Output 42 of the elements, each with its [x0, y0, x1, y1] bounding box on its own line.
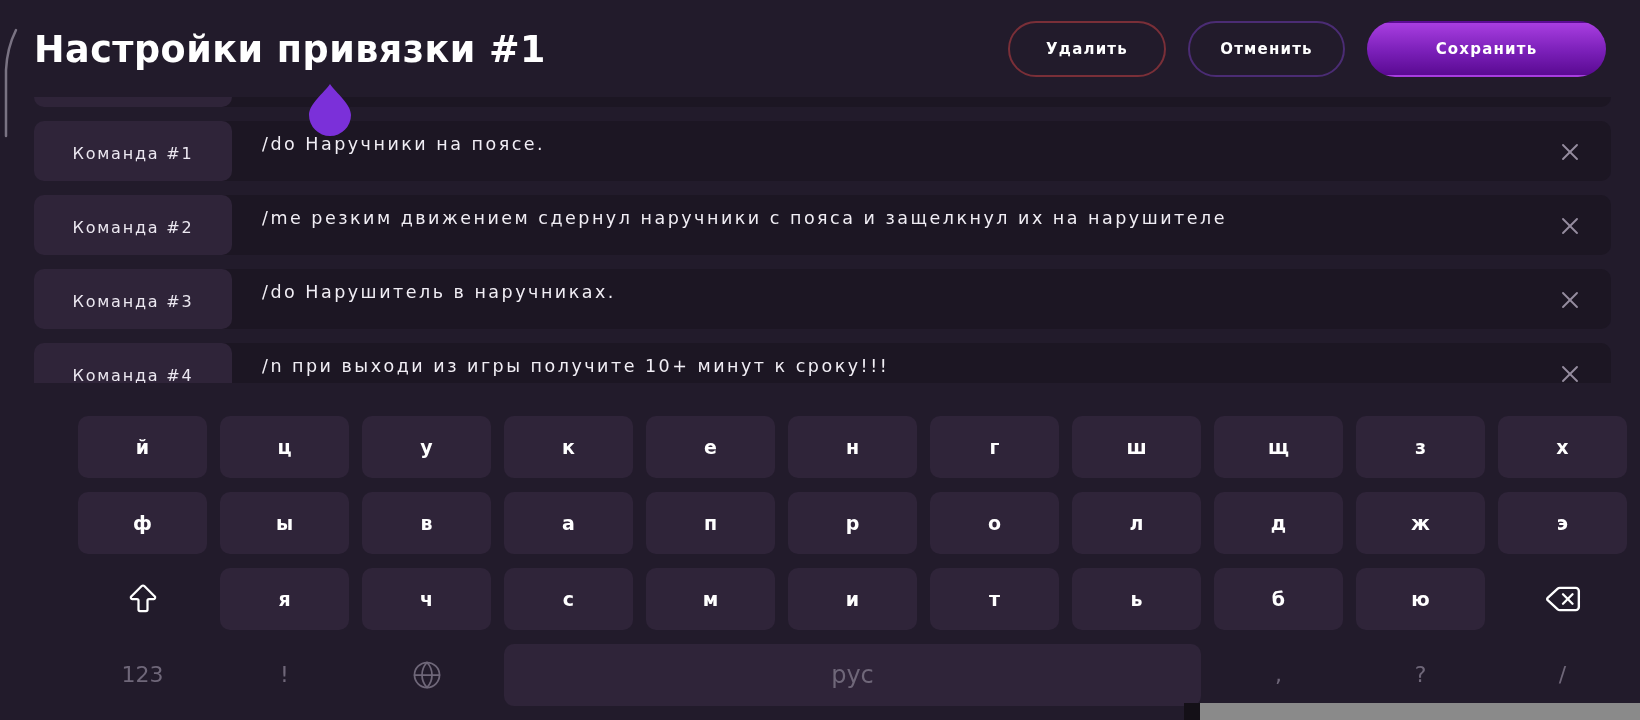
letter-key[interactable]: ь: [1072, 568, 1201, 630]
letter-key[interactable]: п: [646, 492, 775, 554]
page-title: Настройки привязки #1: [34, 27, 546, 71]
cancel-button[interactable]: Отменить: [1188, 21, 1345, 77]
letter-key[interactable]: ю: [1356, 568, 1485, 630]
letter-key[interactable]: з: [1356, 416, 1485, 478]
text-selection-handle[interactable]: [309, 84, 351, 136]
letter-key[interactable]: ш: [1072, 416, 1201, 478]
language-key[interactable]: [411, 660, 442, 690]
letter-key[interactable]: г: [930, 416, 1059, 478]
letter-key[interactable]: м: [646, 568, 775, 630]
command-label: Команда #1: [34, 121, 232, 181]
command-label: Команда #4: [34, 343, 232, 383]
letter-key[interactable]: а: [504, 492, 633, 554]
letter-key[interactable]: ы: [220, 492, 349, 554]
letter-key[interactable]: у: [362, 416, 491, 478]
letter-key[interactable]: т: [930, 568, 1059, 630]
letter-key[interactable]: ф: [78, 492, 207, 554]
letter-key[interactable]: л: [1072, 492, 1201, 554]
letter-key[interactable]: с: [504, 568, 633, 630]
letter-key[interactable]: ч: [362, 568, 491, 630]
letter-key[interactable]: ж: [1356, 492, 1485, 554]
letter-key[interactable]: я: [220, 568, 349, 630]
letter-key[interactable]: ц: [220, 416, 349, 478]
delete-button[interactable]: Удалить: [1008, 21, 1166, 77]
letter-key[interactable]: э: [1498, 492, 1627, 554]
letter-key[interactable]: н: [788, 416, 917, 478]
command-label: Команда #3: [34, 269, 232, 329]
letter-key[interactable]: щ: [1214, 416, 1343, 478]
command-label: Команда #2: [34, 195, 232, 255]
globe-icon: [411, 660, 442, 690]
letter-key[interactable]: д: [1214, 492, 1343, 554]
letter-key[interactable]: б: [1214, 568, 1343, 630]
letter-key[interactable]: в: [362, 492, 491, 554]
letter-key[interactable]: и: [788, 568, 917, 630]
save-button[interactable]: Сохранить: [1367, 21, 1606, 77]
letter-key[interactable]: р: [788, 492, 917, 554]
letter-key[interactable]: й: [78, 416, 207, 478]
letter-key[interactable]: е: [646, 416, 775, 478]
letter-key[interactable]: х: [1498, 416, 1627, 478]
letter-key[interactable]: о: [930, 492, 1059, 554]
letter-key[interactable]: к: [504, 416, 633, 478]
